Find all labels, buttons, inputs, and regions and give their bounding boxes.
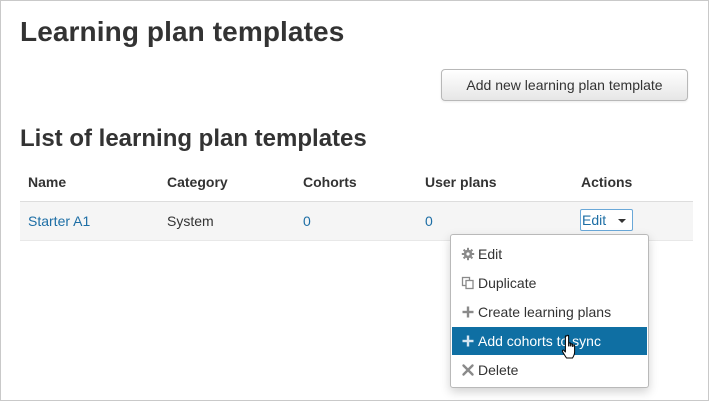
menu-item-label: Add cohorts to sync — [478, 333, 601, 349]
x-icon — [462, 364, 474, 376]
template-category: System — [167, 213, 214, 229]
plus-icon — [462, 335, 474, 347]
page-title: Learning plan templates — [20, 16, 345, 47]
actions-dropdown-menu: Edit Duplicate Create learning plans Add… — [450, 234, 649, 388]
gear-icon — [461, 247, 475, 261]
column-header-category: Category — [167, 174, 228, 190]
column-header-user-plans: User plans — [425, 174, 497, 190]
column-header-name: Name — [28, 174, 67, 190]
section-title: List of learning plan templates — [20, 125, 367, 152]
column-header-cohorts: Cohorts — [303, 174, 357, 190]
caret-down-icon — [618, 219, 626, 223]
menu-item-label: Edit — [478, 246, 503, 262]
menu-item-add-cohorts-to-sync[interactable]: Add cohorts to sync — [452, 327, 647, 355]
add-learning-plan-template-button[interactable]: Add new learning plan template — [441, 69, 688, 101]
user-plans-count-link[interactable]: 0 — [425, 213, 433, 229]
edit-actions-dropdown[interactable]: Edit — [580, 209, 633, 231]
templates-table: Name Category Cohorts User plans Actions… — [20, 163, 693, 241]
table-header: Name Category Cohorts User plans Actions — [20, 163, 693, 202]
menu-item-label: Delete — [478, 362, 519, 378]
menu-item-edit[interactable]: Edit — [452, 240, 647, 268]
column-header-actions: Actions — [581, 174, 633, 190]
copy-icon — [461, 276, 474, 290]
cohorts-count-link[interactable]: 0 — [303, 213, 311, 229]
plus-icon — [462, 306, 474, 318]
edit-actions-label: Edit — [582, 212, 607, 228]
menu-item-label: Duplicate — [478, 275, 537, 291]
menu-item-create-learning-plans[interactable]: Create learning plans — [452, 298, 647, 326]
menu-item-label: Create learning plans — [478, 304, 612, 320]
menu-item-duplicate[interactable]: Duplicate — [452, 269, 647, 297]
menu-item-delete[interactable]: Delete — [452, 356, 647, 384]
template-name-link[interactable]: Starter A1 — [28, 213, 90, 229]
page-frame: Learning plan templates Add new learning… — [0, 0, 709, 401]
